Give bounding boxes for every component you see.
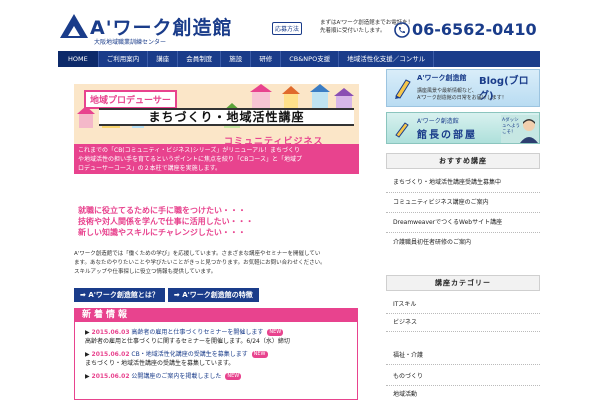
about-button[interactable]: ➡ A'ワーク創造館とは？ — [74, 288, 165, 302]
nav-facilities[interactable]: 施設 — [221, 51, 252, 67]
new-badge: NEW — [225, 373, 242, 380]
list-item[interactable]: ▶ 2015.06.02 公開講座のご案内を掲載しました NEW — [85, 372, 347, 381]
motivation-item: 就職に役立てるために手に職をつけたい・・・ — [78, 206, 246, 215]
sidebar-link[interactable]: 福祉・介護 — [386, 351, 540, 360]
logo-title[interactable]: A'ワーク創造館 — [90, 13, 233, 40]
nav-training[interactable]: 研修 — [251, 51, 282, 67]
phone-number[interactable]: 06-6562-0410 — [412, 20, 537, 39]
blog-title: A'ワーク創造館 — [417, 74, 467, 82]
blog-description: 講座風景や最新情報など、 A'ワーク創造館の日常をお届けします！ — [417, 88, 537, 102]
motivation-item: 技術や対人関係を学んで仕事に活用したい・・・ — [78, 217, 254, 226]
divider — [386, 385, 540, 386]
about-button-label: A'ワーク創造館とは？ — [88, 291, 159, 299]
site-header: A'ワーク創造館 大阪地域職業訓練センター 応募方法 まずはA'ワーク創造館まで… — [58, 10, 540, 50]
divider — [386, 212, 540, 213]
news-headline[interactable]: ▶ 2015.06.02 公開講座のご案内を掲載しました NEW — [85, 372, 347, 381]
info-button-row: ➡ A'ワーク創造館とは？ ➡ A'ワーク創造館の特徴 — [74, 288, 259, 302]
divider — [386, 313, 540, 314]
intro-line: A'ワーク創造館では「働くための学び」を応援しています。さまざまな講座やセミナー… — [74, 251, 321, 257]
sidebar-link[interactable]: ものづくり — [386, 372, 540, 381]
banner-desc-line-2: や地域活性の担い手を育てるというポイントに焦点を絞り「CBコース」と「地域プ — [78, 156, 303, 163]
phone-icon — [394, 22, 410, 38]
sidebar-link[interactable]: DreamweaverでつくるWebサイト講座 — [386, 218, 540, 227]
blog-desc-line: 講座風景や最新情報など、 — [417, 88, 477, 94]
news-headline[interactable]: ▶ 2015.06.03 高齢者の雇用と仕事づくりセミナーを開催します NEW — [85, 328, 347, 337]
director-room-title: 館長の部屋 — [417, 130, 477, 141]
sidebar-link[interactable]: ビジネス — [386, 318, 540, 327]
news-desc: 高齢者の雇用と仕事づくりに関するセミナーを開催します。6/24（水）締切 — [85, 338, 290, 345]
banner-desc-line-3: ロデューサーコース」の２本柱で講座を実施します。 — [78, 165, 221, 172]
blog-desc-line: A'ワーク創造館の日常をお届けします！ — [417, 95, 507, 101]
list-item[interactable]: ▶ 2015.06.03 高齢者の雇用と仕事づくりセミナーを開催します NEW … — [85, 328, 347, 346]
banner-description: これまでの「CB(コミュニティ・ビジネス)シリーズ」がリニューアル！まちづくり … — [74, 144, 359, 174]
sidebar-link[interactable]: 地域活動 — [386, 390, 540, 399]
avatar: Aダッシュへようこそ！ — [501, 115, 539, 143]
pencil-icon — [395, 122, 409, 138]
news-date: 2015.06.02 — [91, 373, 130, 380]
director-room-small: A'ワーク創造館 — [417, 118, 459, 125]
news-date: 2015.06.02 — [91, 351, 130, 358]
new-badge: NEW — [267, 329, 284, 336]
hero-banner[interactable]: 地域プロデューサー まちづくり・地域活性講座 コミュニティビジネス これまでの「… — [74, 84, 359, 174]
news-desc: まちづくり・地域活性講座の受講生を募集しています。 — [85, 360, 235, 367]
banner-title: まちづくり・地域活性講座 — [99, 108, 354, 126]
news-list: ▶ 2015.06.03 高齢者の雇用と仕事づくりセミナーを開催します NEW … — [74, 322, 358, 400]
sidebar-link[interactable]: ITスキル — [386, 300, 540, 309]
motivation-item: 新しい知識やスキルにチャレンジしたい・・・ — [78, 228, 246, 237]
divider — [386, 331, 540, 332]
nav-regional[interactable]: 地域活性化支援／コンサル — [339, 51, 435, 67]
news-title[interactable]: CB・地域活性化講座の受講生を募集します — [131, 351, 247, 358]
list-item[interactable]: ▶ 2015.06.02 CB・地域活性化講座の受講生を募集します NEW まち… — [85, 350, 347, 368]
sidebar-link[interactable]: 介護職員初任者研修のご案内 — [386, 238, 540, 247]
recommended-header: おすすめ講座 — [386, 153, 540, 169]
features-button[interactable]: ➡ A'ワーク創造館の特徴 — [167, 288, 259, 302]
logo-subtitle: 大阪地域職業訓練センター — [94, 39, 167, 46]
director-room-banner[interactable]: A'ワーク創造館 館長の部屋 Aダッシュへようこそ！ — [386, 112, 540, 144]
sidebar-link[interactable]: コミュニティビジネス講座のご案内 — [386, 198, 540, 207]
new-badge: NEW — [251, 351, 268, 358]
intro-line: ます。あなたのやりたいことや学びたいことがきっと見つかります。お気軽にお問い合わ… — [74, 260, 326, 266]
features-button-label: A'ワーク創造館の特徴 — [182, 291, 253, 299]
news-title[interactable]: 高齢者の雇用と仕事づくりセミナーを開催します — [131, 329, 263, 336]
blog-banner[interactable]: A'ワーク創造館 Blog(ブログ) 講座風景や最新情報など、 A'ワーク創造館… — [386, 69, 540, 107]
arrow-right-icon: ➡ — [173, 291, 183, 299]
category-header: 講座カテゴリー — [386, 275, 540, 291]
logo-triangle-inner — [68, 26, 80, 36]
divider — [386, 364, 540, 365]
apply-method-link[interactable]: 応募方法 — [272, 22, 303, 35]
divider — [386, 232, 540, 233]
sidebar-link[interactable]: まちづくり・地域活性講座受講生募集中 — [386, 178, 540, 187]
news-title[interactable]: 公開講座のご案内を掲載しました — [131, 373, 221, 380]
divider — [386, 192, 540, 193]
banner-tag: 地域プロデューサー — [84, 90, 177, 109]
main-nav: HOME ご利用案内 講座 会員制度 施設 研修 CB&NPO支援 地域活性化支… — [58, 51, 540, 67]
pencil-icon — [395, 79, 411, 99]
news-date: 2015.06.03 — [91, 329, 130, 336]
intro-text: A'ワーク創造館では「働くための学び」を応援しています。さまざまな講座やセミナー… — [74, 250, 358, 277]
nav-courses[interactable]: 講座 — [148, 51, 179, 67]
director-portrait — [520, 119, 538, 143]
intro-line: スキルアップや仕事探しに役立つ情報も提供しています。 — [74, 269, 217, 275]
nav-membership[interactable]: 会員制度 — [178, 51, 222, 67]
nav-cb-npo[interactable]: CB&NPO支援 — [281, 51, 340, 67]
director-bubble: Aダッシュへようこそ！ — [502, 118, 520, 135]
motivation-list: 就職に役立てるために手に職をつけたい・・・ 技術や対人関係を学んで仕事に活用した… — [78, 205, 358, 238]
banner-desc-line-1: これまでの「CB(コミュニティ・ビジネス)シリーズ」がリニューアル！まちづくり — [78, 147, 301, 154]
nav-home[interactable]: HOME — [58, 51, 99, 67]
news-headline[interactable]: ▶ 2015.06.02 CB・地域活性化講座の受講生を募集します NEW — [85, 350, 347, 359]
nav-guide[interactable]: ご利用案内 — [99, 51, 149, 67]
news-header: 新着情報 — [74, 308, 358, 322]
